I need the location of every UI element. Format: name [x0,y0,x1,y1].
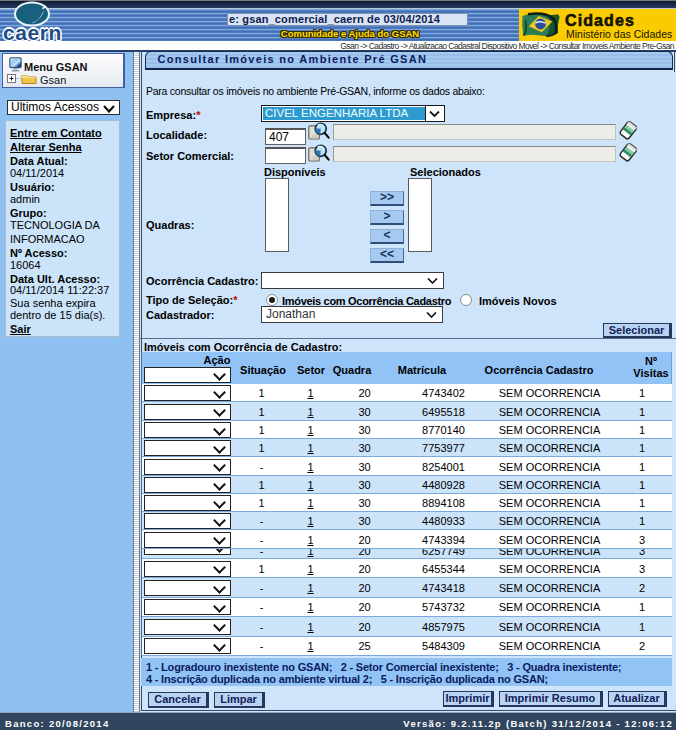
svg-text:caern: caern [3,21,62,44]
